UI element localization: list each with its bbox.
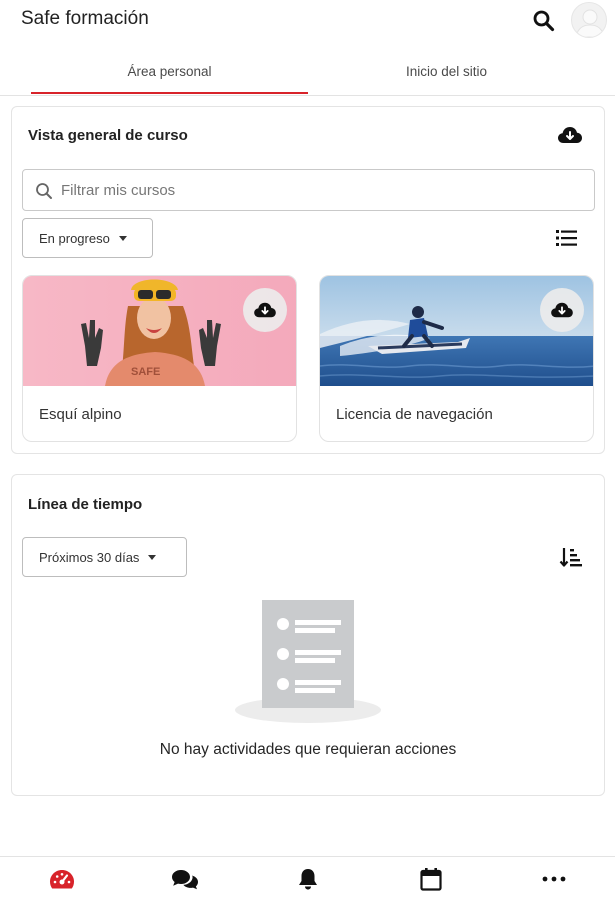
course-filter-field[interactable]: [22, 169, 595, 211]
download-course-button[interactable]: [540, 288, 584, 332]
cloud-download-icon: [254, 302, 276, 318]
course-status-dropdown[interactable]: En progreso: [22, 218, 153, 258]
nav-dashboard[interactable]: [32, 857, 92, 900]
caret-down-icon: [148, 554, 157, 560]
timeline-range-value: Próximos 30 días: [39, 549, 140, 565]
course-image: [320, 276, 593, 386]
calendar-icon: [420, 868, 442, 891]
tab-area-personal[interactable]: Área personal: [31, 48, 308, 95]
course-card[interactable]: SAFE Esquí alpino: [22, 275, 297, 442]
search-icon: [36, 183, 52, 199]
search-button[interactable]: [531, 8, 557, 34]
active-tab-indicator: [31, 92, 308, 94]
tab-bar: Área personal Inicio del sitio: [0, 48, 615, 96]
nav-messages[interactable]: [155, 857, 215, 900]
timeline-range-dropdown[interactable]: Próximos 30 días: [22, 537, 187, 577]
tab-inicio-del-sitio[interactable]: Inicio del sitio: [308, 48, 585, 95]
caret-down-icon: [118, 235, 127, 241]
bottom-navigation: [0, 856, 615, 900]
course-status-value: En progreso: [39, 230, 110, 246]
chat-icon: [172, 870, 198, 890]
course-overview-block: Vista general de curso En progreso: [11, 106, 605, 454]
timeline-block: Línea de tiempo Próximos 30 días No hay …: [11, 474, 605, 796]
user-avatar[interactable]: [571, 2, 607, 38]
sort-icon: [559, 548, 582, 567]
svg-text:SAFE: SAFE: [131, 366, 160, 378]
nav-calendar[interactable]: [401, 857, 461, 900]
dashboard-gauge-icon: [50, 870, 74, 889]
more-icon: [542, 876, 566, 882]
app-title: Safe formación: [21, 8, 149, 29]
download-courses-button[interactable]: [555, 121, 585, 149]
course-card[interactable]: Licencia de navegación: [319, 275, 594, 442]
cloud-download-icon: [558, 127, 582, 143]
empty-list-icon: [235, 600, 381, 723]
nav-notifications[interactable]: [278, 857, 338, 900]
nav-more[interactable]: [524, 857, 584, 900]
top-bar: Safe formación: [0, 0, 615, 44]
view-toggle-button[interactable]: [555, 227, 579, 249]
timeline-empty-message: No hay actividades que requieran accione…: [159, 741, 457, 758]
download-course-button[interactable]: [243, 288, 287, 332]
search-icon: [533, 10, 555, 32]
course-overview-title: Vista general de curso: [28, 127, 188, 144]
timeline-sort-button[interactable]: [559, 545, 583, 569]
bell-icon: [299, 869, 317, 890]
list-view-icon: [556, 230, 577, 246]
course-filter-input[interactable]: [61, 171, 586, 209]
user-avatar-icon: [575, 9, 605, 37]
course-name[interactable]: Esquí alpino: [39, 406, 122, 423]
course-name[interactable]: Licencia de navegación: [336, 406, 493, 423]
timeline-title: Línea de tiempo: [28, 496, 143, 513]
cloud-download-icon: [551, 302, 573, 318]
course-image: SAFE: [23, 276, 296, 386]
